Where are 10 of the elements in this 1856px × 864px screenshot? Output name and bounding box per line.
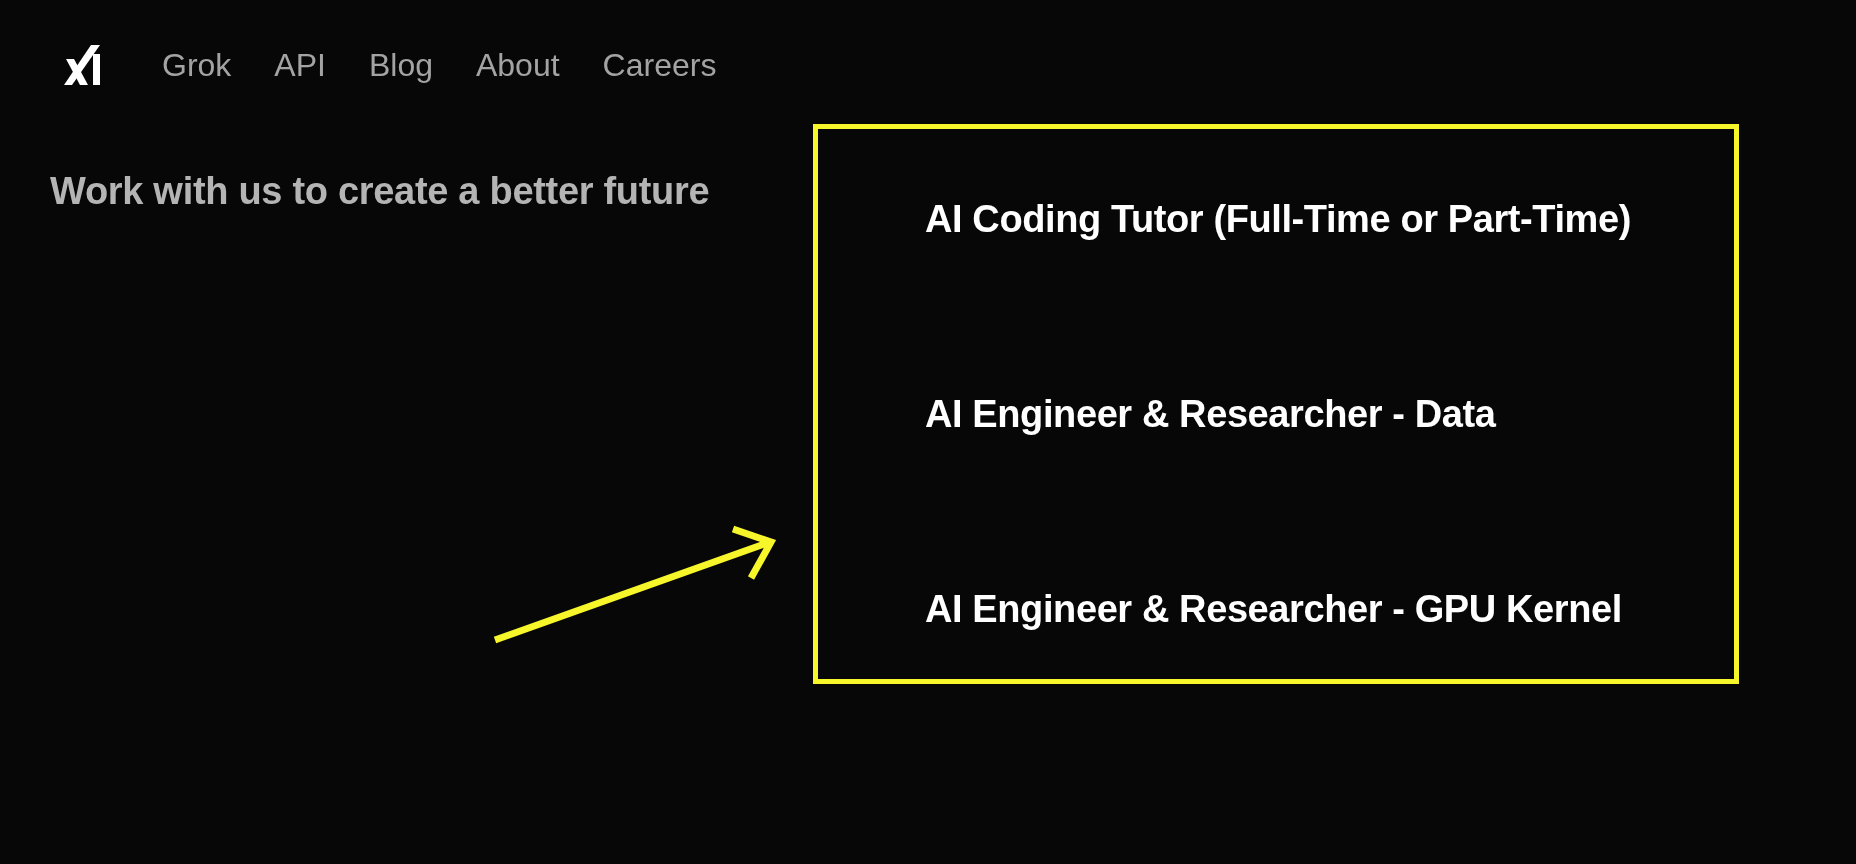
nav-link[interactable]: Careers xyxy=(602,46,717,84)
nav-link[interactable]: Grok xyxy=(162,46,232,84)
logo-icon[interactable] xyxy=(64,45,100,85)
nav-link[interactable]: API xyxy=(274,46,326,84)
job-title-link[interactable]: AI Engineer & Researcher - Data xyxy=(925,391,1496,437)
nav-link[interactable]: Blog xyxy=(368,46,433,84)
job-title-link[interactable]: AI Engineer & Researcher - GPU Kernel xyxy=(925,586,1622,632)
job-title-link[interactable]: AI Coding Tutor (Full-Time or Part-Time) xyxy=(925,196,1631,242)
nav-link[interactable]: About xyxy=(475,46,560,84)
headline: Work with us to create a better future xyxy=(50,169,711,214)
